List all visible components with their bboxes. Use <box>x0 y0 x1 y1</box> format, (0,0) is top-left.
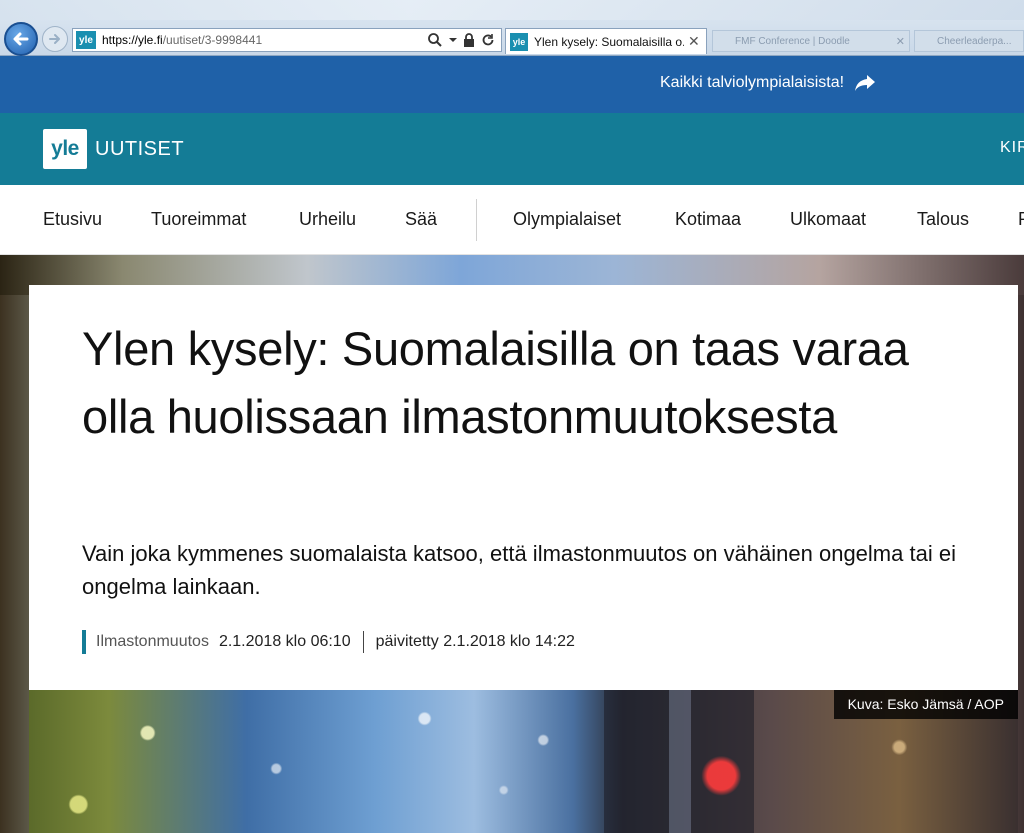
nav-tuoreimmat[interactable]: Tuoreimmat <box>151 209 246 230</box>
back-button[interactable] <box>4 22 38 56</box>
meta-separator <box>362 631 364 653</box>
published-time: 2.1.2018 klo 06:10 <box>218 633 351 650</box>
nav-olympialaiset[interactable]: Olympialaiset <box>513 209 621 230</box>
brand-name[interactable]: UUTISET <box>95 138 184 161</box>
promo-bar: Kaikki talviolympialaisista! <box>0 56 1024 113</box>
main-nav: Etusivu Tuoreimmat Urheilu Sää Olympiala… <box>0 185 1024 255</box>
tab-title: Ylen kysely: Suomalaisilla o... <box>534 34 684 49</box>
url-text: https://yle.fi/uutiset/3-9998441 <box>102 33 427 47</box>
promo-link-text: Kaikki talviolympialaisista! <box>660 74 845 91</box>
site-favicon: yle <box>76 31 96 49</box>
lock-icon[interactable] <box>463 33 475 47</box>
search-icon[interactable] <box>427 32 443 48</box>
address-bar[interactable]: yle https://yle.fi/uutiset/3-9998441 <box>72 28 502 52</box>
url-path: /uutiset/3-9998441 <box>162 33 263 47</box>
url-host: https://yle.fi <box>102 33 163 47</box>
nav-divider <box>476 199 477 241</box>
browser-title-strip <box>0 0 1024 20</box>
yle-logo[interactable]: yle <box>43 129 87 169</box>
nav-talous[interactable]: Talous <box>917 209 969 230</box>
article-headline: Ylen kysely: Suomalaisilla on taas varaa… <box>82 322 909 443</box>
topic-link[interactable]: Ilmastonmuutos <box>96 633 209 651</box>
refresh-icon[interactable] <box>481 33 495 47</box>
image-caption: Kuva: Esko Jämsä / AOP <box>833 690 1018 719</box>
forward-button[interactable] <box>42 26 68 52</box>
article-card: Ylen kysely: Suomalaisilla on taas varaa… <box>29 285 1018 690</box>
browser-chrome: yle https://yle.fi/uutiset/3-9998441 yle… <box>0 0 1024 56</box>
article-meta: Ilmastonmuutos 2.1.2018 klo 06:10 päivit… <box>82 630 575 654</box>
nav-ulkomaat[interactable]: Ulkomaat <box>790 209 866 230</box>
share-arrow-icon <box>855 75 876 91</box>
address-tools <box>427 32 495 48</box>
close-tab-icon[interactable]: ✕ <box>896 35 905 48</box>
close-tab-icon[interactable]: ✕ <box>688 33 700 50</box>
tab-favicon: yle <box>510 32 528 51</box>
nav-saa[interactable]: Sää <box>405 209 437 230</box>
arrow-right-icon <box>49 34 60 44</box>
nav-kotimaa[interactable]: Kotimaa <box>675 209 741 230</box>
tab-doodle[interactable]: FMF Conference | Doodle ✕ <box>712 30 910 52</box>
nav-more[interactable]: P <box>1018 209 1024 230</box>
tab-cheer[interactable]: Cheerleaderpa... <box>914 30 1024 52</box>
nav-etusivu[interactable]: Etusivu <box>43 209 102 230</box>
article-lead: Vain joka kymmenes suomalaista katsoo, e… <box>82 541 956 599</box>
header-right-link[interactable]: KIR <box>1000 139 1024 157</box>
topic-accent-bar <box>82 630 86 654</box>
tab-active[interactable]: yle Ylen kysely: Suomalaisilla o... ✕ <box>505 28 707 54</box>
site-header: yle UUTISET KIR <box>0 113 1024 185</box>
chevron-down-icon[interactable] <box>449 36 457 44</box>
updated-time: päivitetty 2.1.2018 klo 14:22 <box>375 633 575 650</box>
nav-urheilu[interactable]: Urheilu <box>299 209 356 230</box>
tab-doodle-title: FMF Conference | Doodle <box>735 35 850 47</box>
tab-cheer-title: Cheerleaderpa... <box>937 35 1012 47</box>
arrow-left-icon <box>13 32 29 46</box>
hero-image: Kuva: Esko Jämsä / AOP <box>29 690 1018 833</box>
promo-link[interactable]: Kaikki talviolympialaisista! <box>660 74 876 92</box>
